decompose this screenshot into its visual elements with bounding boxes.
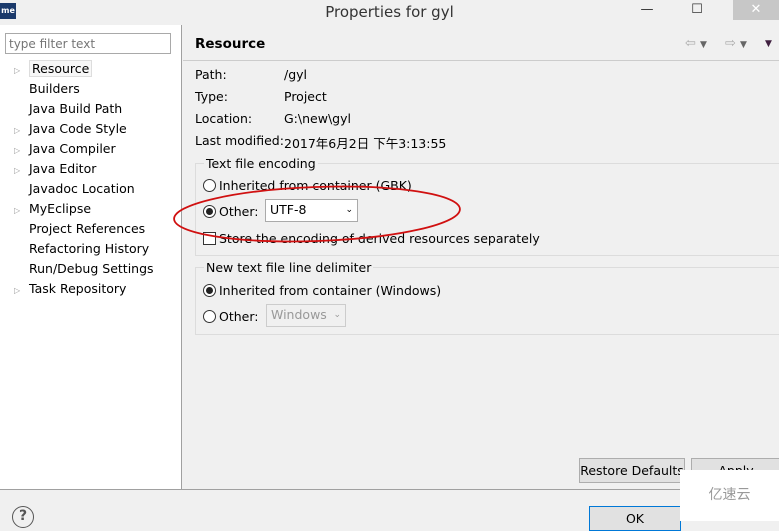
divider — [0, 489, 779, 490]
info-label: Type: — [195, 89, 228, 104]
watermark: 亿速云 — [680, 470, 779, 521]
forward-arrow-icon[interactable]: ⇨ ▼ — [725, 36, 747, 51]
maximize-button[interactable]: ☐ — [680, 0, 714, 20]
radio-icon — [203, 284, 216, 297]
sidebar-item[interactable]: Java Build Path — [14, 99, 122, 118]
delimiter-group-label: New text file line delimiter — [204, 260, 374, 275]
sidebar-item-label: Javadoc Location — [29, 181, 135, 196]
sidebar-item-label: Builders — [29, 81, 80, 96]
sidebar-item[interactable]: Run/Debug Settings — [14, 259, 154, 278]
radio-icon — [203, 310, 216, 323]
minimize-button[interactable]: — — [630, 0, 664, 20]
sidebar-item[interactable]: ▷ Java Code Style — [14, 119, 127, 138]
sidebar-item-label: Refactoring History — [29, 241, 150, 256]
annotation-ellipse — [173, 185, 461, 243]
info-label: Location: — [195, 111, 253, 126]
info-value: Project — [284, 89, 327, 104]
sidebar-item[interactable]: Javadoc Location — [14, 179, 135, 198]
sidebar-item[interactable]: Refactoring History — [14, 239, 149, 258]
info-label: Last modified: — [195, 133, 284, 148]
view-menu-icon[interactable]: ▼ — [765, 39, 772, 49]
sidebar-item-label: Java Editor — [29, 161, 97, 176]
back-arrow-icon[interactable]: ⇦ ▼ — [685, 36, 707, 51]
sidebar-item[interactable]: ▷ Java Editor — [14, 159, 96, 178]
sidebar-item[interactable]: ▷ MyEclipse — [14, 199, 91, 218]
sidebar-item[interactable]: Builders — [14, 79, 80, 98]
delimiter-value: Windows — [271, 307, 327, 322]
divider — [183, 60, 779, 61]
restore-defaults-button[interactable]: Restore Defaults — [579, 458, 685, 483]
sidebar-item-label: MyEclipse — [29, 201, 92, 216]
filter-input[interactable] — [5, 33, 171, 54]
encoding-group-label: Text file encoding — [204, 156, 318, 171]
help-icon[interactable]: ? — [12, 506, 34, 528]
sidebar-item[interactable]: ▷ Task Repository — [14, 279, 126, 298]
expand-arrow-icon[interactable]: ▷ — [14, 281, 29, 300]
sidebar-item-label: Resource — [29, 60, 93, 77]
expand-arrow-icon[interactable]: ▷ — [14, 61, 29, 80]
info-value: 2017年6月2日 下午3:13:55 — [284, 136, 447, 151]
ok-button[interactable]: OK — [589, 506, 681, 531]
sidebar-item-label: Java Compiler — [29, 141, 116, 156]
radio-label: Inherited from container (Windows) — [219, 283, 442, 298]
sidebar-item-label: Java Build Path — [29, 101, 123, 116]
sidebar-item-label: Java Code Style — [29, 121, 127, 136]
sidebar-item-label: Run/Debug Settings — [29, 261, 154, 276]
page-title: Resource — [195, 36, 266, 52]
sidebar-item-label: Project References — [29, 221, 146, 236]
expand-arrow-icon[interactable]: ▷ — [14, 201, 29, 220]
sidebar: ▷ResourceBuildersJava Build Path▷Java Co… — [0, 25, 182, 489]
expand-arrow-icon[interactable]: ▷ — [14, 141, 29, 160]
expand-arrow-icon[interactable]: ▷ — [14, 161, 29, 180]
radio-label: Other: — [219, 309, 259, 324]
close-button[interactable]: ✕ — [733, 0, 779, 20]
title-bar: me Properties for gyl — ☐ ✕ — [0, 0, 779, 25]
delimiter-other-radio[interactable]: Other: — [203, 309, 258, 324]
expand-arrow-icon[interactable]: ▷ — [14, 121, 29, 140]
sidebar-item[interactable]: ▷ Resource — [14, 59, 93, 80]
delimiter-inherited-radio[interactable]: Inherited from container (Windows) — [203, 283, 441, 298]
info-label: Path: — [195, 67, 227, 82]
sidebar-item[interactable]: Project References — [14, 219, 145, 238]
sidebar-item-label: Task Repository — [29, 281, 127, 296]
info-value: G:\new\gyl — [284, 111, 351, 126]
info-value: /gyl — [284, 67, 308, 82]
chevron-down-icon: ⌄ — [333, 310, 341, 320]
delimiter-select[interactable]: Windows ⌄ — [266, 304, 346, 327]
sidebar-item[interactable]: ▷ Java Compiler — [14, 139, 116, 158]
